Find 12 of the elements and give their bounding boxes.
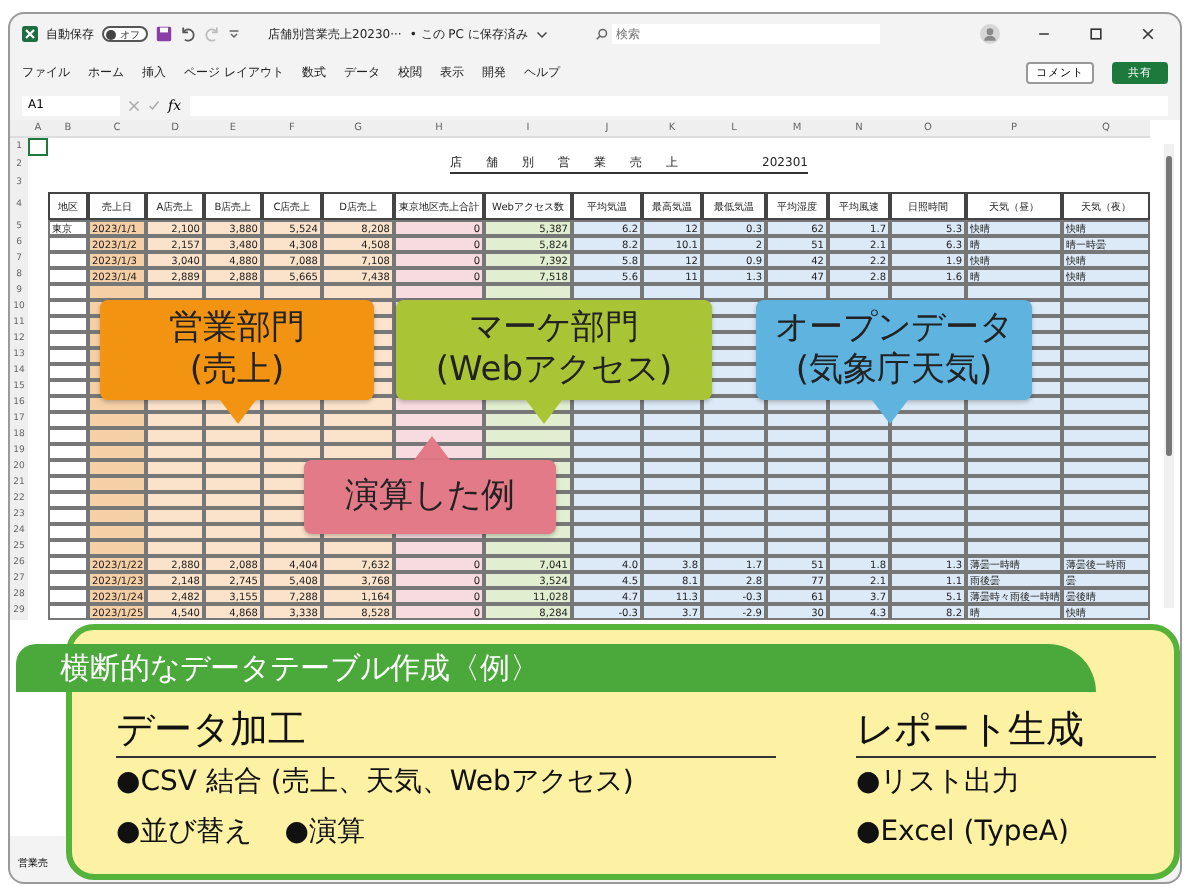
callout: 演算した例 xyxy=(304,436,556,534)
callout: 営業部門 (売上) xyxy=(100,300,374,424)
callout: オープンデータ (気象庁天気) xyxy=(756,300,1032,424)
bullet-item: ●Excel (TypeA) xyxy=(856,814,1069,852)
section-heading: レポート生成 xyxy=(856,704,1156,758)
bullet-item: ●演算 xyxy=(284,814,365,852)
callout: マーケ部門 (Webアクセス) xyxy=(396,300,712,424)
summary-title: 横断的なデータテーブル作成〈例〉 xyxy=(16,644,1096,692)
bullet-item: ●並び替え xyxy=(116,814,253,852)
bullet-item: ●リスト出力 xyxy=(856,764,1021,802)
bullet-item: ●CSV 結合 (売上、天気、Webアクセス) xyxy=(116,764,634,802)
section-heading: データ加工 xyxy=(116,704,776,758)
